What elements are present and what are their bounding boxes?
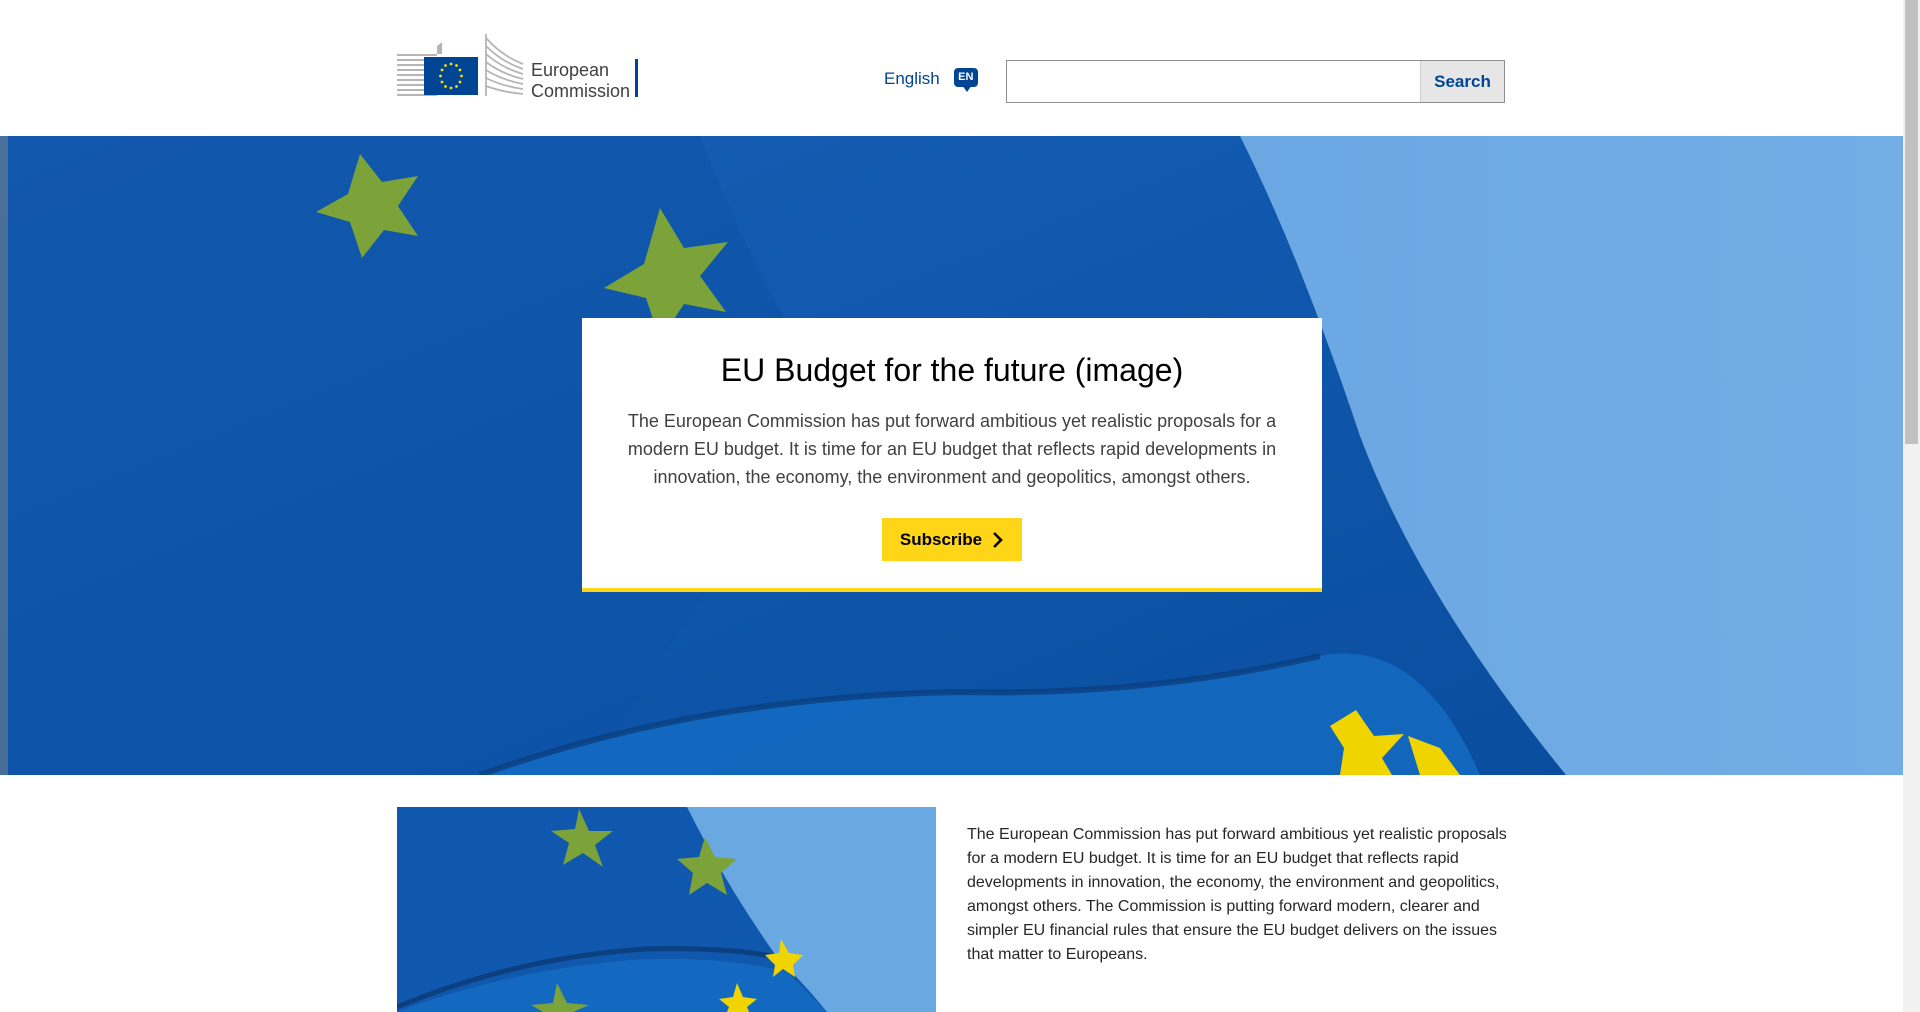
hero-title: EU Budget for the future (image) — [720, 352, 1184, 388]
content-paragraph: The European Commission has put forward … — [967, 826, 1507, 963]
page: European Commission English EN Search EU… — [0, 0, 1920, 1012]
subscribe-button[interactable]: Subscribe — [881, 518, 1023, 561]
language-bubble-tail — [961, 85, 972, 92]
language-selector[interactable]: English EN — [884, 68, 978, 92]
language-label: English — [884, 69, 940, 88]
vertical-scrollbar[interactable] — [1903, 0, 1920, 1012]
eu-flag-thumbnail — [397, 807, 936, 1012]
search-button[interactable]: Search — [1420, 61, 1504, 102]
hero-description: The European Commission has put forward … — [627, 411, 1277, 487]
logo-divider-bar — [635, 59, 638, 97]
chevron-right-icon — [993, 531, 1003, 548]
european-commission-logo[interactable]: European Commission — [397, 32, 642, 102]
logo-wordmark: European Commission — [531, 60, 630, 102]
scrollbar-thumb[interactable] — [1905, 0, 1918, 444]
subscribe-label: Subscribe — [899, 529, 983, 549]
logo-line-commission: Commission — [531, 81, 631, 101]
site-header: European Commission English EN Search — [0, 0, 1903, 136]
logo-line-european: European — [531, 60, 610, 80]
content-flag-image — [397, 807, 936, 1012]
language-bubble-icon: EN — [953, 68, 978, 92]
hero-card: EU Budget for the future (image) The Eur… — [582, 318, 1322, 592]
search-form: Search — [1006, 60, 1505, 103]
hero-banner: EU Budget for the future (image) The Eur… — [0, 136, 1903, 775]
search-input[interactable] — [1007, 61, 1420, 102]
